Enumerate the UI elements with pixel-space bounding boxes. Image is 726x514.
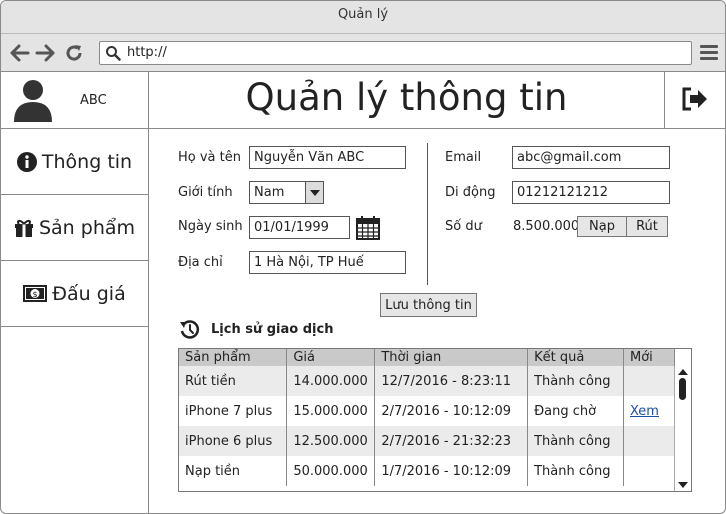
table-cell: Rút tiền bbox=[179, 366, 288, 396]
avatar-icon bbox=[13, 78, 53, 126]
app-window: Quản lý http:// ABC Thông tin Sản phẩm $… bbox=[0, 0, 726, 514]
scroll-down-icon[interactable] bbox=[678, 482, 688, 488]
sidebar-item-products[interactable]: Sản phẩm bbox=[1, 195, 148, 261]
email-label: Email bbox=[445, 150, 482, 165]
fullname-field[interactable]: Nguyễn Văn ABC bbox=[249, 146, 406, 169]
chevron-down-icon[interactable] bbox=[305, 182, 323, 203]
title-bar: Quản lý bbox=[1, 1, 725, 34]
table-cell: Thành công bbox=[527, 426, 624, 456]
table-cell: iPhone 7 plus bbox=[179, 396, 288, 426]
table-cell: 15.000.000 bbox=[286, 396, 376, 426]
deposit-button[interactable]: Nạp bbox=[577, 216, 627, 237]
column-header[interactable]: Giá bbox=[286, 349, 376, 366]
scroll-thumb[interactable] bbox=[679, 378, 686, 400]
sign-out-icon bbox=[681, 87, 709, 115]
money-icon: $ bbox=[23, 285, 48, 302]
search-icon bbox=[105, 45, 121, 65]
logout-button[interactable] bbox=[664, 72, 725, 129]
table-cell bbox=[623, 426, 676, 456]
phone-field[interactable]: 01212121212 bbox=[512, 181, 670, 204]
history-icon bbox=[179, 319, 201, 345]
menu-icon[interactable] bbox=[700, 45, 718, 61]
back-arrow-icon[interactable] bbox=[9, 42, 31, 64]
table-cell bbox=[623, 456, 676, 486]
table-cell: Thành công bbox=[527, 456, 624, 486]
table-cell: 12/7/2016 - 8:23:11 bbox=[374, 366, 529, 396]
table-cell: 1/7/2016 - 10:12:09 bbox=[374, 456, 529, 486]
column-header[interactable]: Sản phẩm bbox=[179, 349, 288, 366]
gift-icon bbox=[14, 219, 34, 237]
table-row[interactable]: iPhone 6 plus 12.500.000 2/7/2016 - 21:3… bbox=[179, 426, 676, 456]
window-title: Quản lý bbox=[337, 7, 389, 22]
column-header[interactable]: Mới bbox=[623, 349, 676, 366]
table-header-row: Sản phẩm Giá Thời gian Kết quả Mới bbox=[179, 349, 676, 366]
save-button[interactable]: Lưu thông tin bbox=[380, 293, 477, 317]
history-table: Sản phẩm Giá Thời gian Kết quả Mới Rút t… bbox=[178, 348, 692, 492]
table-cell bbox=[623, 366, 676, 396]
table-cell: Thành công bbox=[527, 366, 624, 396]
address-field[interactable]: 1 Hà Nội, TP Huế bbox=[249, 251, 406, 274]
withdraw-button[interactable]: Rút bbox=[626, 216, 668, 237]
table-cell: Đang chờ bbox=[527, 396, 624, 426]
sidebar-item-label: Đấu giá bbox=[52, 282, 126, 305]
user-profile: ABC bbox=[1, 72, 148, 129]
sidebar: ABC Thông tin Sản phẩm $ Đấu giá bbox=[1, 72, 149, 513]
column-divider bbox=[427, 143, 428, 285]
address-label: Địa chỉ bbox=[178, 255, 223, 270]
gender-select[interactable]: Nam bbox=[249, 181, 324, 204]
dob-field[interactable]: 01/01/1999 bbox=[249, 216, 350, 239]
calendar-icon[interactable] bbox=[356, 216, 380, 244]
gender-label: Giới tính bbox=[178, 185, 233, 200]
view-link[interactable]: Xem bbox=[623, 396, 676, 426]
forward-arrow-icon[interactable] bbox=[34, 42, 56, 64]
email-field[interactable]: abc@gmail.com bbox=[512, 146, 670, 169]
table-cell: 50.000.000 bbox=[286, 456, 376, 486]
phone-label: Di động bbox=[445, 185, 496, 200]
svg-text:$: $ bbox=[33, 290, 38, 299]
address-bar[interactable]: http:// bbox=[99, 41, 692, 65]
column-header[interactable]: Kết quả bbox=[527, 349, 624, 366]
sidebar-item-label: Thông tin bbox=[41, 150, 133, 173]
column-header[interactable]: Thời gian bbox=[374, 349, 529, 366]
sidebar-item-auction[interactable]: $ Đấu giá bbox=[1, 261, 148, 327]
page-header: Quản lý thông tin bbox=[149, 72, 725, 129]
user-name: ABC bbox=[80, 93, 107, 108]
table-row[interactable]: Rút tiền 14.000.000 12/7/2016 - 8:23:11 … bbox=[179, 366, 676, 396]
sidebar-item-info[interactable]: Thông tin bbox=[1, 129, 148, 195]
sidebar-item-label: Sản phẩm bbox=[38, 216, 136, 239]
balance-label: Số dư bbox=[445, 219, 482, 234]
table-cell: 14.000.000 bbox=[286, 366, 376, 396]
table-row[interactable]: iPhone 7 plus 15.000.000 2/7/2016 - 10:1… bbox=[179, 396, 676, 426]
table-scrollbar[interactable] bbox=[674, 366, 691, 491]
gender-value: Nam bbox=[254, 185, 285, 200]
table-row[interactable]: Nạp tiền 50.000.000 1/7/2016 - 10:12:09 … bbox=[179, 456, 676, 486]
url-text: http:// bbox=[127, 45, 167, 60]
dob-label: Ngày sinh bbox=[178, 219, 243, 234]
balance-value: 8.500.000 bbox=[513, 219, 580, 234]
scroll-up-icon[interactable] bbox=[678, 369, 688, 375]
browser-toolbar: http:// bbox=[1, 34, 725, 72]
table-cell: 12.500.000 bbox=[286, 426, 376, 456]
table-cell: 2/7/2016 - 10:12:09 bbox=[374, 396, 529, 426]
table-cell: iPhone 6 plus bbox=[179, 426, 288, 456]
history-title: Lịch sử giao dịch bbox=[211, 322, 334, 337]
info-icon bbox=[16, 151, 37, 172]
table-cell: Nạp tiền bbox=[179, 456, 288, 486]
reload-icon[interactable] bbox=[63, 42, 85, 64]
table-cell: 2/7/2016 - 21:32:23 bbox=[374, 426, 529, 456]
fullname-label: Họ và tên bbox=[178, 150, 241, 165]
page-title: Quản lý thông tin bbox=[245, 76, 568, 119]
